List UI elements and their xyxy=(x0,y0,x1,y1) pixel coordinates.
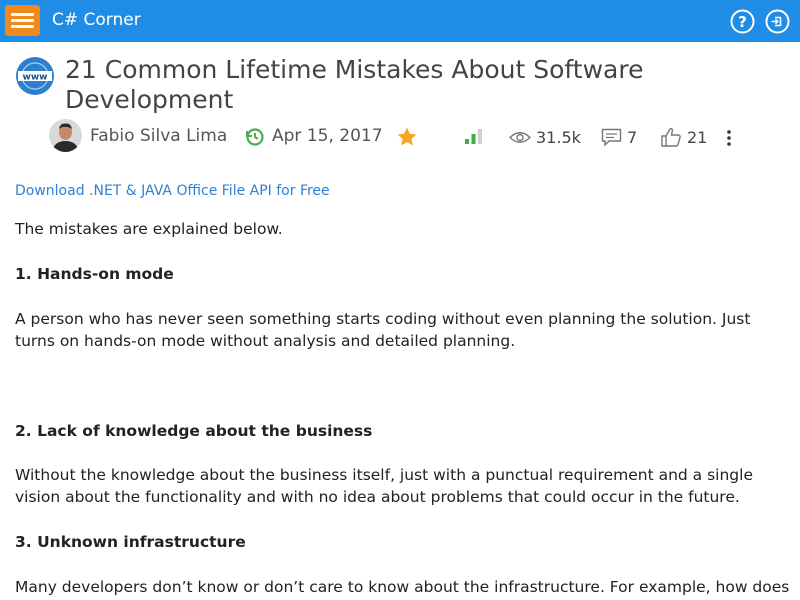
star-icon[interactable] xyxy=(396,126,418,148)
section-heading-1: 1. Hands-on mode xyxy=(15,265,174,283)
login-icon[interactable] xyxy=(765,9,790,34)
clock-icon xyxy=(246,128,264,146)
section-paragraph-1: A person who has never seen something st… xyxy=(15,310,751,350)
article-title: 21 Common Lifetime Mistakes About Softwa… xyxy=(65,55,644,114)
author-avatar[interactable] xyxy=(49,119,82,152)
help-icon[interactable]: ? xyxy=(730,9,755,34)
author-name-link[interactable]: Fabio Silva Lima xyxy=(90,126,227,146)
site-brand[interactable]: C# Corner xyxy=(52,10,141,30)
hamburger-menu-icon[interactable] xyxy=(5,5,40,36)
top-bar: C# Corner ? xyxy=(0,0,800,42)
views-eye-icon xyxy=(509,132,531,143)
promo-download-link[interactable]: Download .NET & JAVA Office File API for… xyxy=(15,183,330,199)
views-count: 31.5k xyxy=(536,128,581,147)
svg-text:?: ? xyxy=(738,13,747,31)
intro-paragraph: The mistakes are explained below. xyxy=(15,220,283,238)
svg-text:www: www xyxy=(23,73,48,83)
like-thumb-icon[interactable] xyxy=(660,126,682,148)
section-paragraph-3: Many developers don’t know or don’t care… xyxy=(15,578,790,596)
comments-icon[interactable] xyxy=(601,128,622,147)
www-globe-icon: www xyxy=(16,57,54,95)
more-options-icon[interactable] xyxy=(724,128,734,148)
section-paragraph-2: Without the knowledge about the business… xyxy=(15,466,753,506)
likes-count: 21 xyxy=(687,128,708,147)
section-heading-3: 3. Unknown infrastructure xyxy=(15,533,246,551)
publish-date: Apr 15, 2017 xyxy=(272,126,383,146)
comments-count: 7 xyxy=(627,128,638,147)
section-heading-2: 2. Lack of knowledge about the business xyxy=(15,422,373,440)
difficulty-level-icon xyxy=(465,129,482,144)
